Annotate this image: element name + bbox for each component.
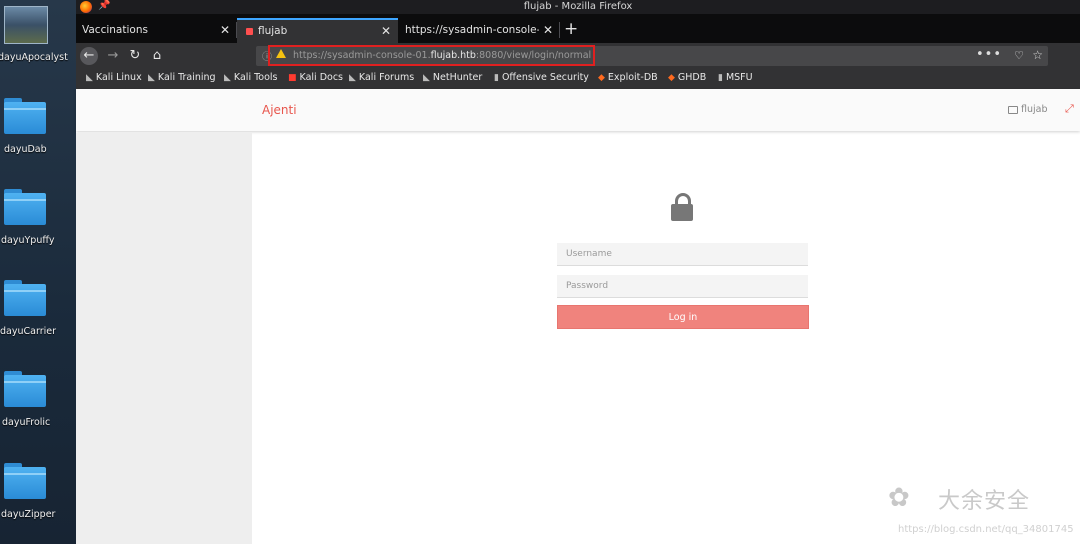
desktop-icon-label: dayuDab (4, 144, 47, 155)
kali-icon: ◣ (224, 73, 231, 83)
watermark-brand: 大余安全 (938, 489, 1031, 514)
desktop-icon-label: dayuZipper (1, 509, 56, 520)
username-input[interactable] (557, 243, 808, 266)
password-input[interactable] (557, 275, 808, 298)
login-button[interactable]: Log in (557, 305, 809, 329)
bookmark-offensive-security[interactable]: ▮ Offensive Security (494, 72, 589, 83)
bookmarks-toolbar: ◣ Kali Linux ◣ Kali Training ◣ Kali Tools ■… (76, 69, 1080, 89)
page-actions-menu-icon[interactable]: ••• (976, 47, 1002, 62)
bookmark-kali-linux[interactable]: ◣ Kali Linux (86, 72, 142, 83)
tab-label: https://sysadmin-console-01.fl (405, 24, 539, 36)
watermark-site: https://blog.csdn.net/qq_34801745 (898, 524, 1074, 535)
kali-docs-icon: ■ (288, 73, 297, 83)
url-highlight-box (268, 45, 595, 66)
fullscreen-icon[interactable]: ⤢ (1065, 102, 1074, 116)
bookmark-msfu[interactable]: ▮ MSFU (718, 72, 753, 83)
folder-icon (4, 371, 46, 407)
bookmark-nethunter[interactable]: ◣ NetHunter (423, 72, 482, 83)
tab-label: Vaccinations (82, 24, 148, 36)
desktop-icon-label: dayuApocalyst (0, 52, 68, 63)
back-button[interactable]: ← (80, 47, 98, 65)
bookmark-kali-training[interactable]: ◣ Kali Training (148, 72, 216, 83)
bookmark-ghdb[interactable]: ◆ GHDB (668, 72, 706, 83)
forward-button[interactable]: → (104, 47, 122, 65)
tab-divider (559, 22, 560, 38)
desktop-icon-label: dayuCarrier (0, 326, 56, 337)
folder-icon (4, 98, 46, 134)
kali-icon: ◣ (86, 73, 93, 83)
image-thumbnail-icon (4, 6, 48, 44)
home-button[interactable]: ⌂ (148, 47, 166, 65)
tab-close-icon[interactable]: ✕ (381, 20, 391, 43)
bookmark-kali-docs[interactable]: ■ Kali Docs (288, 72, 343, 83)
favicon-icon (246, 27, 253, 35)
ghdb-icon: ◆ (668, 73, 675, 83)
nethunter-icon: ◣ (423, 73, 430, 83)
tab-flujab[interactable]: flujab ✕ (237, 18, 398, 43)
desktop-icon-label: dayuFrolic (2, 417, 51, 428)
firefox-window: 📌 flujab - Mozilla Firefox Vaccinations … (76, 0, 1080, 544)
desktop: dayuApocalyst dayuDab dayuYpuffy dayuCar… (0, 0, 76, 544)
app-header: Ajenti flujab ⤢ (76, 89, 1080, 131)
exploitdb-icon: ◆ (598, 73, 605, 83)
tab-label: flujab (258, 25, 288, 37)
bookmark-exploit-db[interactable]: ◆ Exploit-DB (598, 72, 658, 83)
server-icon (1008, 105, 1018, 114)
new-tab-button[interactable]: + (564, 18, 578, 40)
wechat-icon: ✿ (888, 483, 910, 513)
bookmark-kali-forums[interactable]: ◣ Kali Forums (349, 72, 414, 83)
host-indicator: flujab (1008, 104, 1048, 115)
sidebar (76, 133, 252, 544)
bookmark-kali-tools[interactable]: ◣ Kali Tools (224, 72, 278, 83)
offsec-icon: ▮ (494, 73, 499, 83)
lock-icon (671, 193, 693, 221)
kali-icon: ◣ (349, 73, 356, 83)
tab-strip: Vaccinations ✕ flujab ✕ https://sysadmin… (76, 14, 1080, 43)
tab-sysadmin-console[interactable]: https://sysadmin-console-01.fl ✕ (399, 18, 559, 43)
folder-icon (4, 463, 46, 499)
pocket-icon[interactable]: ♡ (1014, 49, 1024, 62)
msfu-icon: ▮ (718, 73, 723, 83)
folder-icon (4, 189, 46, 225)
folder-icon (4, 280, 46, 316)
reload-button[interactable]: ↻ (126, 47, 144, 65)
watermark: ✿ 大余安全 https://blog.csdn.net/qq_34801745 (820, 480, 1080, 540)
kali-icon: ◣ (148, 73, 155, 83)
tab-close-icon[interactable]: ✕ (220, 18, 230, 43)
page-content: Ajenti flujab ⤢ Log in (76, 89, 1080, 544)
brand-title[interactable]: Ajenti (262, 103, 297, 117)
window-titlebar: 📌 flujab - Mozilla Firefox (76, 0, 1080, 14)
tab-close-icon[interactable]: ✕ (543, 18, 553, 43)
tab-vaccinations[interactable]: Vaccinations ✕ (76, 18, 236, 43)
desktop-icon-label: dayuYpuffy (1, 235, 55, 246)
window-title: flujab - Mozilla Firefox (523, 1, 633, 12)
bookmark-star-icon[interactable]: ☆ (1032, 48, 1043, 62)
